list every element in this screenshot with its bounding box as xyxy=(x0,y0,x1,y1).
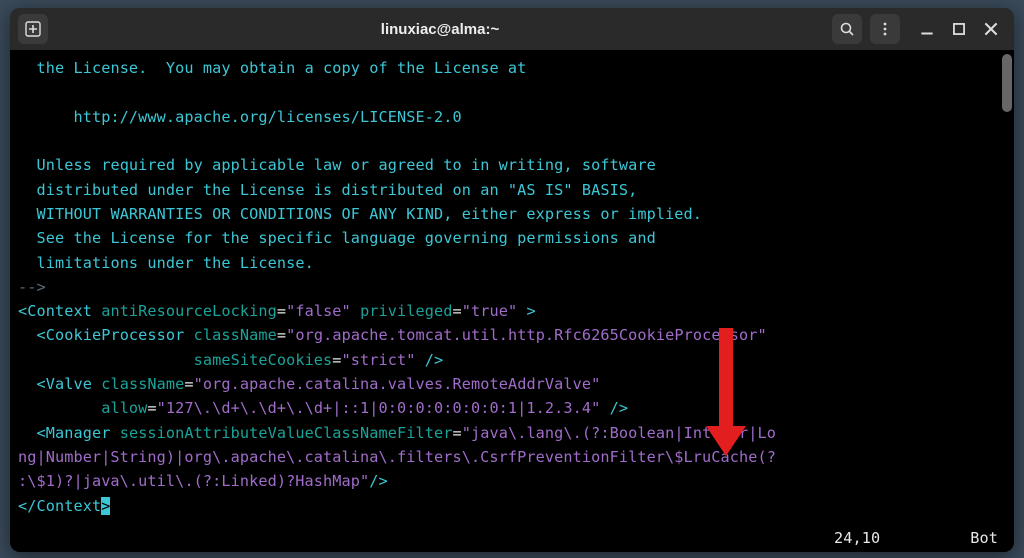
window-title: linuxiac@alma:~ xyxy=(56,21,824,38)
minimize-button[interactable] xyxy=(918,20,936,38)
license-line: distributed under the License is distrib… xyxy=(18,181,637,199)
maximize-icon xyxy=(950,20,968,38)
terminal-body[interactable]: the License. You may obtain a copy of th… xyxy=(10,50,1014,552)
attr-value-cont: ng|Number|String)|org\.apache\.catalina\… xyxy=(18,448,776,466)
menu-button[interactable] xyxy=(870,14,900,44)
comment-end: --> xyxy=(18,278,46,296)
new-tab-button[interactable] xyxy=(18,14,48,44)
maximize-button[interactable] xyxy=(950,20,968,38)
license-url: http://www.apache.org/licenses/LICENSE-2… xyxy=(18,108,462,126)
search-button[interactable] xyxy=(832,14,862,44)
license-line: Unless required by applicable law or agr… xyxy=(18,156,656,174)
terminal-content: the License. You may obtain a copy of th… xyxy=(18,56,1014,518)
license-line: limitations under the License. xyxy=(18,254,314,272)
minimize-icon xyxy=(918,20,936,38)
attr-value: "true" xyxy=(462,302,517,320)
tag-context-open: <Context xyxy=(18,302,92,320)
attr-name: allow xyxy=(101,399,147,417)
plus-box-icon xyxy=(25,21,41,37)
attr-name: sameSiteCookies xyxy=(194,351,333,369)
scroll-location: Bot xyxy=(970,526,998,550)
attr-value: "127\.\d+\.\d+\.\d+|::1|0:0:0:0:0:0:0:1|… xyxy=(157,399,601,417)
tag-selfclose: /> xyxy=(369,472,388,490)
close-icon xyxy=(982,20,1000,38)
attr-name: className xyxy=(194,326,277,344)
attr-value: "strict" xyxy=(342,351,416,369)
vim-statusbar: 24,10 Bot xyxy=(834,526,998,550)
tag-selfclose: /> xyxy=(425,351,444,369)
tag-context-close: </Context xyxy=(18,497,101,515)
attr-value: "java\.lang\.(?:Boolean|Integer|Lo xyxy=(462,424,776,442)
attr-name: antiResourceLocking xyxy=(101,302,277,320)
attr-value: "org.apache.catalina.valves.RemoteAddrVa… xyxy=(194,375,601,393)
attr-value: "false" xyxy=(286,302,351,320)
license-line: See the License for the specific languag… xyxy=(18,229,656,247)
tag-close-bracket: > xyxy=(526,302,535,320)
window-controls xyxy=(918,20,1000,38)
tag-cookieprocessor: <CookieProcessor xyxy=(37,326,185,344)
attr-value: "org.apache.tomcat.util.http.Rfc6265Cook… xyxy=(286,326,767,344)
terminal-window: linuxiac@alma:~ the License. You may obt… xyxy=(10,8,1014,552)
tag-valve: <Valve xyxy=(37,375,92,393)
tag-manager: <Manager xyxy=(37,424,111,442)
attr-name: sessionAttributeValueClassNameFilter xyxy=(120,424,453,442)
close-button[interactable] xyxy=(982,20,1000,38)
tag-selfclose: /> xyxy=(610,399,629,417)
search-icon xyxy=(839,21,855,37)
attr-name: privileged xyxy=(360,302,452,320)
scrollbar-thumb[interactable] xyxy=(1002,54,1012,112)
license-line: WITHOUT WARRANTIES OR CONDITIONS OF ANY … xyxy=(18,205,702,223)
cursor: > xyxy=(101,497,110,515)
attr-value-cont: :\$1)?|java\.util\.(?:Linked)?HashMap" xyxy=(18,472,369,490)
kebab-icon xyxy=(877,21,893,37)
attr-name: className xyxy=(101,375,184,393)
titlebar: linuxiac@alma:~ xyxy=(10,8,1014,50)
license-line: the License. You may obtain a copy of th… xyxy=(18,59,526,77)
cursor-position: 24,10 xyxy=(834,526,880,550)
